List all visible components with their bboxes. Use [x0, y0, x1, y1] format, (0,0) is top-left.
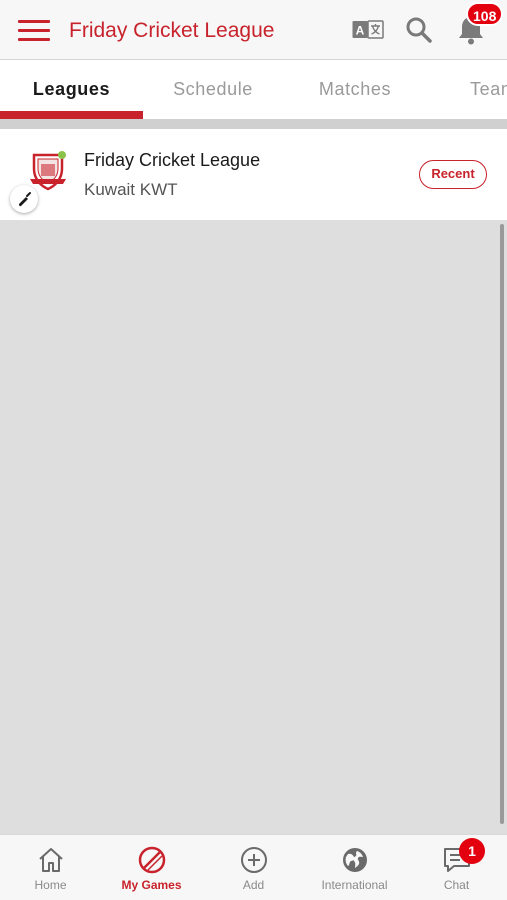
tab-divider — [0, 119, 507, 129]
home-icon — [39, 848, 63, 872]
top-app-bar: Friday Cricket League A 108 — [0, 0, 507, 60]
bottom-navigation: Home My Games Add International Chat — [0, 834, 507, 900]
scrollbar[interactable] — [500, 224, 504, 824]
chat-badge: 1 — [459, 838, 485, 864]
nav-add[interactable]: Add — [203, 835, 304, 900]
nav-my-games[interactable]: My Games — [101, 835, 202, 900]
recent-button[interactable]: Recent — [419, 160, 487, 189]
league-logo-icon — [30, 151, 66, 191]
nav-chat[interactable]: Chat — [406, 835, 507, 900]
app-title: Friday Cricket League — [69, 19, 275, 42]
tab-schedule[interactable]: Schedule — [143, 60, 283, 119]
league-list-item[interactable]: Friday Cricket League Kuwait KWT Recent — [0, 129, 507, 220]
nav-home-label: Home — [34, 878, 67, 892]
svg-text:A: A — [356, 24, 365, 38]
league-location: Kuwait KWT — [84, 180, 178, 199]
search-icon[interactable] — [405, 16, 433, 44]
notification-badge: 108 — [466, 2, 504, 26]
league-name: Friday Cricket League — [84, 150, 261, 170]
globe-icon — [343, 848, 367, 872]
nav-home[interactable]: Home — [0, 835, 101, 900]
nav-my-games-label: My Games — [121, 878, 182, 892]
tab-teams[interactable]: Teams — [470, 60, 507, 119]
cricket-bat-icon — [19, 192, 31, 207]
nav-chat-label: Chat — [443, 878, 470, 892]
tab-matches[interactable]: Matches — [285, 60, 425, 119]
edit-league-button[interactable] — [10, 185, 38, 213]
nav-international-label: International — [321, 878, 388, 892]
nav-international[interactable]: International — [304, 835, 405, 900]
add-icon — [241, 847, 267, 873]
translate-icon[interactable]: A — [352, 20, 384, 40]
nav-add-label: Add — [242, 878, 265, 892]
my-games-icon — [138, 846, 166, 874]
content-area — [0, 220, 507, 834]
menu-icon[interactable] — [18, 20, 50, 42]
active-tab-indicator — [0, 111, 143, 119]
